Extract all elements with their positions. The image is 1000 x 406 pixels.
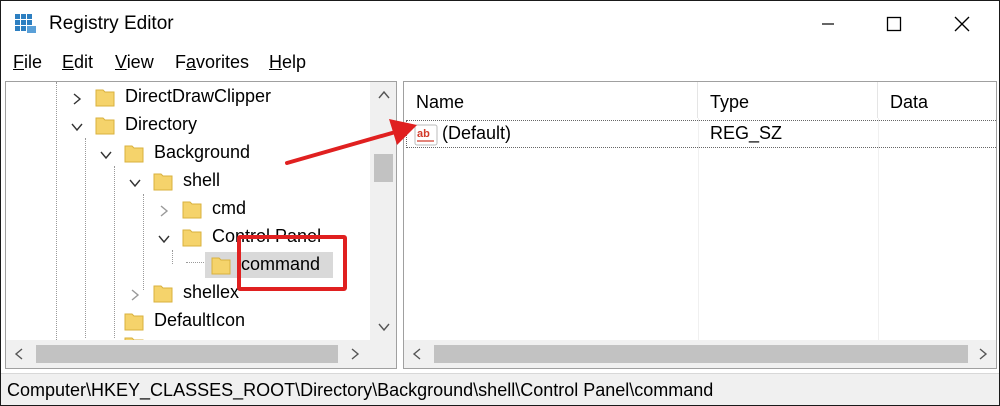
title-bar[interactable]: Registry Editor bbox=[1, 1, 999, 47]
menu-help-accel: H bbox=[269, 52, 282, 72]
scroll-up-icon[interactable] bbox=[377, 90, 391, 100]
menu-favorites[interactable]: Favorites bbox=[175, 52, 249, 73]
menu-view[interactable]: View bbox=[115, 52, 154, 73]
value-type-cell: REG_SZ bbox=[710, 123, 783, 143]
window-title: Registry Editor bbox=[49, 13, 174, 34]
tree-item-directdrawclipper[interactable]: DirectDrawClipper bbox=[125, 86, 271, 107]
scroll-corner bbox=[370, 340, 396, 368]
folder-open-icon bbox=[153, 173, 173, 191]
menu-edit-accel: E bbox=[62, 52, 75, 72]
tree-item-shell[interactable]: shell bbox=[183, 170, 220, 191]
values-list-pane[interactable]: Name Type Data ab (Default) REG_SZ bbox=[403, 81, 997, 369]
maximize-button[interactable] bbox=[863, 1, 925, 47]
menu-edit-label: dit bbox=[74, 52, 94, 72]
folder-icon bbox=[124, 313, 144, 331]
tree-item-cmd[interactable]: cmd bbox=[212, 198, 246, 219]
value-name-cell: (Default) bbox=[442, 123, 512, 143]
list-horizontal-scroll-thumb[interactable] bbox=[434, 345, 968, 363]
chevron-right-icon[interactable] bbox=[157, 204, 171, 218]
tree-guide-line bbox=[85, 138, 86, 338]
column-divider bbox=[878, 118, 879, 340]
minimize-icon bbox=[822, 23, 834, 25]
menu-favorites-pre: F bbox=[175, 52, 186, 72]
folder-icon bbox=[153, 285, 173, 303]
tree-horizontal-scrollbar[interactable] bbox=[6, 340, 370, 368]
menu-help[interactable]: Help bbox=[269, 52, 306, 73]
close-icon bbox=[954, 16, 970, 32]
chevron-down-icon[interactable] bbox=[157, 232, 171, 246]
annotation-highlight-box bbox=[237, 235, 347, 291]
registry-path[interactable]: Computer\HKEY_CLASSES_ROOT\Directory\Bac… bbox=[7, 380, 713, 401]
scroll-left-icon[interactable] bbox=[14, 347, 24, 361]
column-header-name[interactable]: Name bbox=[404, 82, 698, 118]
menu-favorites-label: vorites bbox=[196, 52, 250, 72]
menu-edit[interactable]: Edit bbox=[62, 52, 93, 73]
minimize-button[interactable] bbox=[797, 1, 859, 47]
folder-icon bbox=[182, 201, 202, 219]
column-divider bbox=[698, 118, 699, 340]
menu-file-accel: F bbox=[13, 52, 24, 72]
menu-file[interactable]: File bbox=[13, 52, 42, 73]
tree-guide-line bbox=[143, 194, 144, 290]
menu-favorites-accel: a bbox=[186, 52, 197, 72]
annotation-arrow-icon bbox=[285, 119, 417, 165]
menu-help-label: elp bbox=[282, 52, 307, 72]
scroll-right-icon[interactable] bbox=[350, 347, 360, 361]
chevron-down-icon[interactable] bbox=[99, 148, 113, 162]
folder-icon bbox=[95, 89, 115, 107]
tree-item-directory[interactable]: Directory bbox=[125, 114, 197, 135]
chevron-down-icon[interactable] bbox=[70, 120, 84, 134]
column-header-type[interactable]: Type bbox=[698, 82, 878, 118]
chevron-right-icon[interactable] bbox=[128, 288, 142, 302]
status-bar: Computer\HKEY_CLASSES_ROOT\Directory\Bac… bbox=[1, 373, 999, 405]
folder-open-icon bbox=[124, 145, 144, 163]
menu-view-label: iew bbox=[126, 52, 154, 72]
registry-editor-icon bbox=[15, 14, 36, 33]
tree-item-shellex[interactable]: shellex bbox=[183, 282, 239, 303]
scroll-down-icon[interactable] bbox=[377, 322, 391, 332]
menu-file-label: ile bbox=[24, 52, 43, 72]
folder-open-icon bbox=[95, 117, 115, 135]
list-horizontal-scrollbar[interactable] bbox=[404, 340, 996, 368]
menu-view-accel: V bbox=[115, 52, 127, 72]
chevron-down-icon[interactable] bbox=[128, 176, 142, 190]
tree-guide-line bbox=[114, 166, 115, 338]
folder-icon bbox=[211, 257, 231, 275]
column-header-data[interactable]: Data bbox=[878, 82, 996, 118]
tree-guide-line bbox=[186, 262, 204, 263]
tree-item-background[interactable]: Background bbox=[154, 142, 250, 163]
tree-guide-line bbox=[56, 82, 57, 340]
scroll-left-icon[interactable] bbox=[412, 347, 422, 361]
tree-item-defaulticon[interactable]: DefaultIcon bbox=[154, 310, 245, 331]
registry-editor-window: Registry Editor File Edit View Favorites… bbox=[0, 0, 1000, 406]
folder-open-icon bbox=[182, 229, 202, 247]
menu-bar: File Edit View Favorites Help bbox=[1, 47, 999, 77]
tree-guide-line bbox=[172, 250, 173, 264]
close-button[interactable] bbox=[931, 1, 993, 47]
scroll-right-icon[interactable] bbox=[978, 347, 988, 361]
tree-horizontal-scroll-thumb[interactable] bbox=[36, 345, 338, 363]
chevron-right-icon[interactable] bbox=[70, 92, 84, 106]
maximize-icon bbox=[886, 16, 902, 32]
